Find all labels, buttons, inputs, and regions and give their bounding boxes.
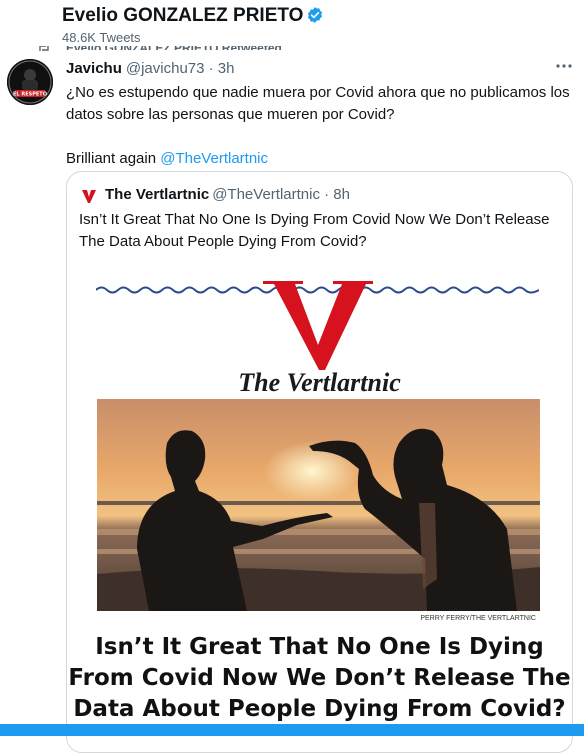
article-headline[interactable]: Isn’t It Great That No One Is Dying From… — [67, 632, 572, 725]
mention-link[interactable]: @TheVertlartnic — [160, 150, 268, 167]
quote-author-meta[interactable]: @TheVertlartnic · 8h — [212, 186, 350, 203]
quote-author-name[interactable]: The Vertlartnic — [105, 186, 209, 203]
profile-header: Evelio GONZALEZ PRIETO 48.6K Tweets — [0, 0, 584, 46]
author-name[interactable]: Javichu — [66, 60, 122, 77]
more-icon[interactable] — [555, 63, 573, 69]
quote-text: Isn’t It Great That No One Is Dying From… — [79, 211, 550, 250]
quoted-tweet[interactable]: The Vertlartnic @TheVertlartnic · 8h Isn’… — [66, 171, 573, 753]
tweet-count: 48.6K Tweets — [62, 30, 141, 45]
tweet-author-row[interactable]: Javichu @javichu73 · 3h — [66, 60, 235, 77]
avatar-image: EL RESPETO — [7, 59, 53, 105]
tweet-text-line2: Brilliant again @TheVertlartnic — [66, 148, 571, 170]
bottom-accent-bar — [0, 724, 584, 736]
author-meta[interactable]: @javichu73 · 3h — [126, 60, 235, 77]
quote-author-row[interactable]: The Vertlartnic @TheVertlartnic · 8h — [105, 186, 350, 203]
article-brand: The Vertlartnic — [238, 368, 401, 397]
profile-name[interactable]: Evelio GONZALEZ PRIETO — [62, 5, 303, 27]
sunset-beach-image — [97, 399, 540, 611]
vertlartnic-logo-icon — [82, 190, 96, 203]
avatar-text: EL RESPETO — [13, 92, 47, 98]
tweet-text-line1: ¿No es estupendo que nadie muera por Cov… — [66, 84, 570, 123]
verified-badge-icon — [307, 7, 323, 23]
photo-credit: PERRY FERRY/THE VERTLARTNIC — [420, 615, 536, 622]
avatar[interactable]: EL RESPETO — [7, 59, 53, 105]
tweet-text: ¿No es estupendo que nadie muera por Cov… — [66, 82, 571, 170]
article-photo[interactable] — [97, 399, 540, 611]
tweet-text-intro: Brilliant again — [66, 150, 157, 167]
big-v-logo — [263, 281, 373, 370]
